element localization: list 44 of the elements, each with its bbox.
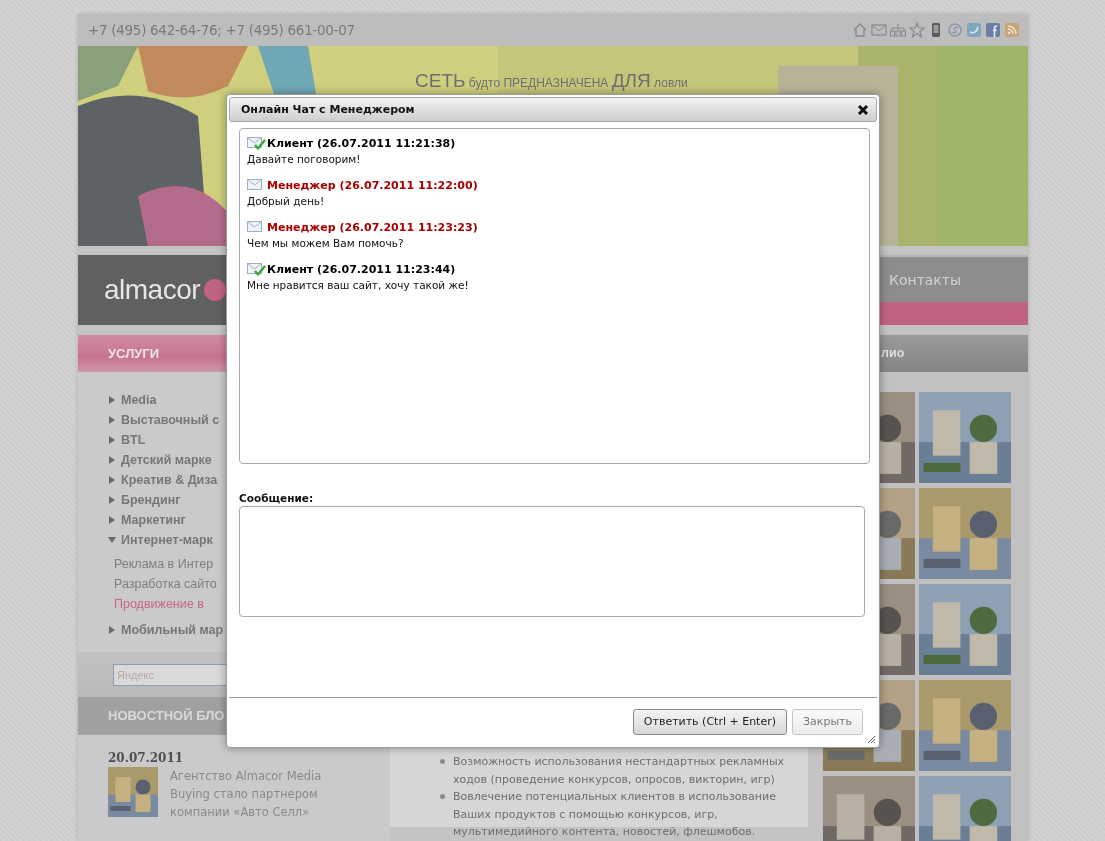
bullet-text: Возможность использования нестандартных рекламных ходов (проведение конкурсов, опросов, викторин, игр) <box>453 754 786 788</box>
phone-numbers: +7 (495) 642-64-76; +7 (495) 661-00-07 <box>88 22 355 38</box>
star-icon[interactable] <box>909 22 925 38</box>
menu-item[interactable]: Интернет-марк <box>121 533 213 547</box>
message-header: Клиент (26.07.2011 11:21:38) <box>267 137 456 150</box>
facebook-icon[interactable] <box>985 22 1001 38</box>
close-icon[interactable] <box>856 102 870 117</box>
mail-icon[interactable] <box>871 22 887 38</box>
reply-button[interactable]: Ответить (Ctrl + Enter) <box>632 708 787 735</box>
menu-item[interactable]: Media <box>121 393 157 407</box>
bullet-icon <box>440 759 445 764</box>
news-date: 20.07.2011 <box>108 751 185 765</box>
tagline-text: СЕТЬ <box>415 70 466 91</box>
tagline-text: ловли <box>654 76 688 90</box>
skype-icon[interactable] <box>947 22 963 38</box>
menu-item[interactable]: Брендинг <box>121 493 181 507</box>
message-header: Клиент (26.07.2011 11:23:44) <box>267 263 456 276</box>
message-header: Менеджер (26.07.2011 11:23:23) <box>267 221 478 234</box>
envelope-check-icon <box>247 262 266 277</box>
message-text: Мне нравится ваш сайт, хочу такой же! <box>247 279 470 291</box>
bullet-icon <box>440 794 445 799</box>
message-text: Давайте поговорим! <box>247 153 362 165</box>
rss-icon[interactable] <box>1004 22 1020 38</box>
envelope-check-icon <box>247 136 266 151</box>
message-text: Чем мы можем Вам помочь? <box>247 237 405 249</box>
sitemap-icon[interactable] <box>890 22 906 38</box>
news-text[interactable]: Агентство Almacor Media Buying стало партнером компании «Авто Селл» <box>170 767 360 821</box>
menu-item[interactable]: Детский марке <box>121 453 212 467</box>
menu-item[interactable]: BTL <box>121 433 146 447</box>
home-icon[interactable] <box>852 22 868 38</box>
bullet-text: Вовлечение потенциальных клиентов в использование Ваших продуктов с помощью конкурсов, игр, мультимедийного контента, новостей, флешмобов. <box>453 789 777 840</box>
close-button[interactable]: Закрыть <box>792 708 863 735</box>
menu-item[interactable]: Выставочный с <box>121 413 220 427</box>
menu-item[interactable]: Креатив & Диза <box>121 473 218 487</box>
message-text: Добрый день! <box>247 195 326 207</box>
dialog-title: Онлайн Чат с Менеджером <box>241 103 415 116</box>
menu-item[interactable]: Мобильный мар <box>121 623 224 637</box>
message-field[interactable] <box>239 506 865 617</box>
menu-item[interactable]: Маркетинг <box>121 513 186 527</box>
message-header: Менеджер (26.07.2011 11:22:00) <box>267 179 478 192</box>
tagline-text: ДЛЯ <box>611 70 651 91</box>
field-label: Сообщение: <box>239 492 315 504</box>
resize-grip-icon[interactable] <box>866 734 876 744</box>
tagline-text: будто ПРЕДНАЗНАЧЕНА <box>468 76 609 90</box>
